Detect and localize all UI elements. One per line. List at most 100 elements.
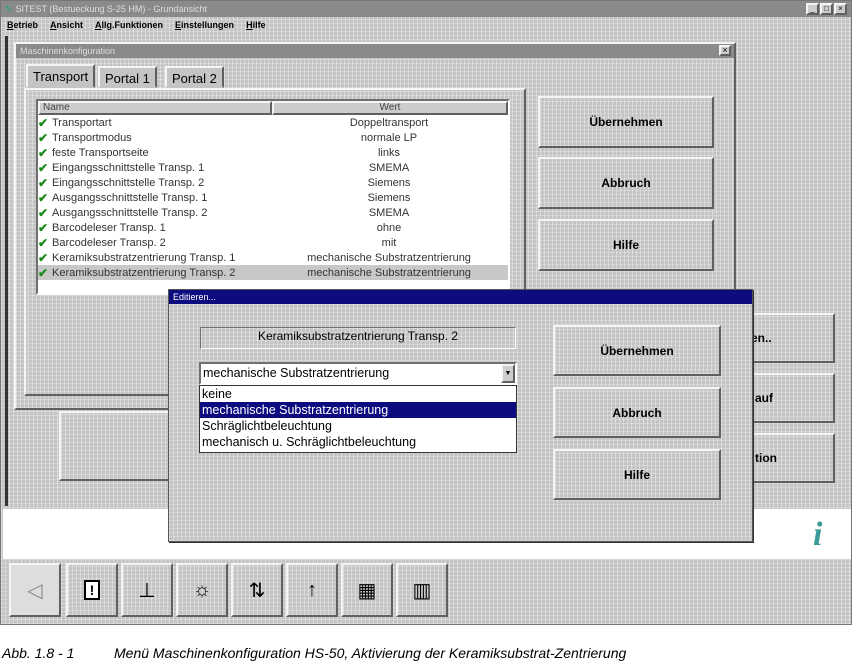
- maximize-button[interactable]: □: [820, 3, 833, 15]
- config-cancel-button[interactable]: Abbruch: [538, 157, 714, 209]
- table-row[interactable]: ✔ Eingangsschnittstelle Transp. 2 Siemens: [38, 175, 508, 190]
- checkmark-icon: ✔: [38, 145, 49, 160]
- row-name: ✔ Ausgangsschnittstelle Transp. 2: [38, 205, 208, 220]
- checkmark-icon: ✔: [38, 115, 49, 130]
- table-row[interactable]: ✔ Transportart Doppeltransport: [38, 115, 508, 130]
- edit-apply-button[interactable]: Übernehmen: [553, 325, 721, 376]
- checkmark-icon: ✔: [38, 160, 49, 175]
- row-value: Doppeltransport: [349, 116, 429, 129]
- row-name: ✔ Eingangsschnittstelle Transp. 1: [38, 160, 205, 175]
- row-name: ✔ Keramiksubstratzentrierung Transp. 2: [38, 265, 236, 280]
- checkmark-icon: ✔: [38, 190, 49, 205]
- axis-icon[interactable]: ↑: [286, 563, 338, 617]
- checkmark-icon: ✔: [38, 175, 49, 190]
- back-icon[interactable]: ◁: [9, 563, 61, 617]
- checkmark-icon: ✔: [38, 130, 49, 145]
- background-button-1[interactable]: en..: [739, 313, 835, 363]
- table-row[interactable]: ✔ feste Transportseite links: [38, 145, 508, 160]
- menu-allg-funktionen[interactable]: Allg.Funktionen: [95, 20, 163, 30]
- dropdown-option[interactable]: mechanisch u. Schräglichtbeleuchtung: [200, 434, 516, 450]
- table-row[interactable]: ✔ Ausgangsschnittstelle Transp. 2 SMEMA: [38, 205, 508, 220]
- row-value: mit: [381, 236, 397, 249]
- dropdown-option[interactable]: Schräglichtbeleuchtung: [200, 418, 516, 434]
- transport-icon[interactable]: ⇅: [231, 563, 283, 617]
- app-icon: ✎: [5, 3, 13, 14]
- menu-betrieb[interactable]: Betrieb: [7, 20, 38, 30]
- edit-help-button[interactable]: Hilfe: [553, 449, 721, 500]
- table-row[interactable]: ✔ Keramiksubstratzentrierung Transp. 1 mec…: [38, 250, 508, 265]
- row-name: ✔ Barcodeleser Transp. 2: [38, 235, 166, 250]
- row-name: ✔ Keramiksubstratzentrierung Transp. 1: [38, 250, 236, 265]
- nozzle-icon[interactable]: ⊥: [121, 563, 173, 617]
- dropdown-arrow-icon[interactable]: ▼: [501, 364, 515, 383]
- checkmark-icon: ✔: [38, 265, 49, 280]
- menu-hilfe[interactable]: Hilfe: [246, 20, 266, 30]
- figure-number: Abb. 1.8 - 1: [2, 645, 75, 661]
- table-row[interactable]: ✔ Keramiksubstratzentrierung Transp. 2 mec…: [38, 265, 508, 280]
- toolbar: ◁ ! ⊥ ☼ ⇅ ↑ ▦ ▥: [9, 563, 459, 617]
- edit-dialog-title-bar: Editieren...: [169, 290, 752, 304]
- app-title: SITEST (Bestueckung S-25 HM) - Grundansi…: [15, 4, 207, 14]
- table-row[interactable]: ✔ Barcodeleser Transp. 2 mit: [38, 235, 508, 250]
- figure-text: Menü Maschinenkonfiguration HS-50, Aktiv…: [114, 645, 627, 661]
- menu-bar: Betrieb Ansicht Allg.Funktionen Einstell…: [7, 20, 278, 30]
- alarm-icon[interactable]: !: [66, 563, 118, 617]
- row-value: mechanische Substratzentrierung: [307, 266, 471, 279]
- table-row[interactable]: ✔ Transportmodus normale LP: [38, 130, 508, 145]
- edit-field-label: Keramiksubstratzentrierung Transp. 2: [200, 327, 516, 349]
- column-header-name[interactable]: Name: [38, 101, 272, 115]
- info-icon[interactable]: i: [813, 516, 822, 554]
- config-close-button[interactable]: ×: [719, 45, 731, 56]
- background-button-3[interactable]: tion: [739, 433, 835, 483]
- dropdown-option[interactable]: keine: [200, 386, 516, 402]
- config-help-button[interactable]: Hilfe: [538, 219, 714, 271]
- edit-dialog-title: Editieren...: [173, 292, 217, 302]
- tab-portal-1[interactable]: Portal 1: [98, 66, 157, 88]
- row-value: Siemens: [367, 176, 411, 189]
- menu-ansicht[interactable]: Ansicht: [50, 20, 83, 30]
- row-name: ✔ Transportart: [38, 115, 112, 130]
- config-dialog-title: Maschinenkonfiguration: [20, 46, 116, 56]
- menu-einstellungen[interactable]: Einstellungen: [175, 20, 234, 30]
- row-name: ✔ Transportmodus: [38, 130, 132, 145]
- row-value: SMEMA: [368, 206, 410, 219]
- row-name: ✔ Barcodeleser Transp. 1: [38, 220, 166, 235]
- config-dialog-title-bar: Maschinenkonfiguration: [16, 44, 734, 58]
- checkmark-icon: ✔: [38, 235, 49, 250]
- row-value: ohne: [376, 221, 402, 234]
- tab-portal-2[interactable]: Portal 2: [165, 66, 224, 88]
- row-name: ✔ Eingangsschnittstelle Transp. 2: [38, 175, 205, 190]
- app-title-bar: ✎ SITEST (Bestueckung S-25 HM) - Grundan…: [1, 1, 851, 17]
- table-row[interactable]: ✔ Eingangsschnittstelle Transp. 1 SMEMA: [38, 160, 508, 175]
- row-value: mechanische Substratzentrierung: [307, 251, 471, 264]
- checkmark-icon: ✔: [38, 250, 49, 265]
- minimize-button[interactable]: _: [806, 3, 819, 15]
- close-button[interactable]: ×: [834, 3, 847, 15]
- tab-transport[interactable]: Transport: [26, 64, 96, 88]
- row-name: ✔ Ausgangsschnittstelle Transp. 1: [38, 190, 208, 205]
- dropdown-option[interactable]: mechanische Substratzentrierung: [200, 402, 516, 418]
- background-panel: [59, 411, 179, 481]
- edit-cancel-button[interactable]: Abbruch: [553, 387, 721, 438]
- row-name: ✔ feste Transportseite: [38, 145, 149, 160]
- combobox-value: mechanische Substratzentrierung: [203, 366, 390, 380]
- dropdown-list: keine mechanische Substratzentrierung Schr…: [199, 385, 517, 453]
- row-value: links: [377, 146, 400, 159]
- background-button-2[interactable]: auf: [739, 373, 835, 423]
- table-row[interactable]: ✔ Ausgangsschnittstelle Transp. 1 Siemens: [38, 190, 508, 205]
- edit-dialog: Editieren... Keramiksubstratzentrierung …: [168, 289, 753, 542]
- row-value: normale LP: [360, 131, 418, 144]
- row-value: SMEMA: [368, 161, 410, 174]
- config-list: Name Wert ✔ Transportart Doppeltransport ✔ T…: [36, 99, 510, 295]
- column-header-wert[interactable]: Wert: [272, 101, 508, 115]
- checkmark-icon: ✔: [38, 220, 49, 235]
- table-icon[interactable]: ▦: [341, 563, 393, 617]
- checkmark-icon: ✔: [38, 205, 49, 220]
- value-combobox[interactable]: mechanische Substratzentrierung ▼: [199, 362, 517, 385]
- feeder-table-icon[interactable]: ▥: [396, 563, 448, 617]
- row-value: Siemens: [367, 191, 411, 204]
- light-icon[interactable]: ☼: [176, 563, 228, 617]
- config-apply-button[interactable]: Übernehmen: [538, 96, 714, 148]
- table-row[interactable]: ✔ Barcodeleser Transp. 1 ohne: [38, 220, 508, 235]
- figure-caption: Abb. 1.8 - 1 Menü Maschinenkonfiguration…: [2, 645, 626, 661]
